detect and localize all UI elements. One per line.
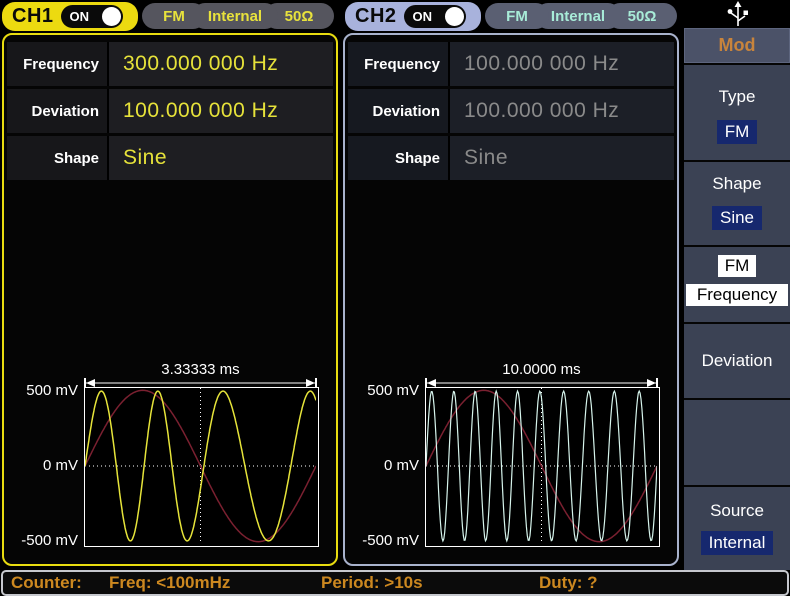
ch2-status-pills: FM Internal 50Ω	[485, 3, 677, 29]
ch2-y-zero-label: 0 mV	[345, 457, 419, 475]
shape-label: Shape	[712, 174, 761, 194]
ch2-panel: Frequency 100.000 000 Hz Deviation 100.0…	[343, 33, 679, 566]
type-label: Type	[719, 87, 756, 107]
softkey-menu: Mod Type FM Shape Sine FM Frequency Devi…	[684, 28, 790, 570]
table-row: Deviation 100.000 000 Hz	[7, 89, 333, 133]
ch2-on-toggle[interactable]: ON	[404, 5, 466, 28]
ch1-shape-value[interactable]: Sine	[109, 136, 333, 180]
source-value: Internal	[701, 531, 774, 555]
menu-title: Mod	[684, 28, 790, 63]
source-label: Source	[710, 501, 764, 521]
counter-duty: Duty: ?	[539, 572, 598, 594]
ch2-modulation-badge: FM	[485, 3, 549, 29]
ch2-toggle-label: ON	[413, 9, 433, 24]
ch2-label: CH2	[355, 5, 397, 28]
ch1-deviation-value[interactable]: 100.000 000 Hz	[109, 89, 333, 133]
ch2-tab[interactable]: CH2 ON	[345, 2, 481, 31]
ch1-panel: Frequency 300.000 000 Hz Deviation 100.0…	[2, 33, 338, 566]
ch1-on-toggle[interactable]: ON	[61, 5, 123, 28]
softkey-empty	[684, 398, 790, 485]
ch1-parameter-table: Frequency 300.000 000 Hz Deviation 100.0…	[7, 42, 333, 183]
softkey-fm-frequency[interactable]: FM Frequency	[684, 245, 790, 330]
ch1-status-pills: FM Internal 50Ω	[142, 3, 334, 29]
ch2-waveform-plot	[425, 387, 660, 547]
shape-value: Sine	[712, 206, 762, 230]
ch1-y-max-label: 500 mV	[4, 382, 78, 400]
ch1-waveform-plot	[84, 387, 319, 547]
ch2-frequency-value[interactable]: 100.000 000 Hz	[450, 42, 674, 86]
table-row: Shape Sine	[348, 136, 674, 180]
counter-status-bar: Counter: Freq: <100mHz Period: >10s Duty…	[1, 570, 789, 596]
counter-label: Counter:	[11, 572, 82, 594]
ch2-time-span-label: 10.0000 ms	[425, 361, 658, 378]
table-row: Shape Sine	[7, 136, 333, 180]
param-item: Frequency	[686, 284, 788, 306]
ch2-shape-label: Shape	[348, 136, 450, 180]
toggle-knob	[445, 7, 464, 26]
counter-period: Period: >10s	[321, 572, 423, 594]
ch1-modulation-badge: FM	[142, 3, 206, 29]
ch2-shape-value[interactable]: Sine	[450, 136, 674, 180]
ch1-deviation-label: Deviation	[7, 89, 109, 133]
ch1-time-span-label: 3.33333 ms	[84, 361, 317, 378]
ch2-frequency-label: Frequency	[348, 42, 450, 86]
ch1-frequency-value[interactable]: 300.000 000 Hz	[109, 42, 333, 86]
ch1-label: CH1	[12, 5, 54, 28]
generator-screen: CH1 ON FM Internal 50Ω CH2 ON FM Interna…	[0, 0, 790, 596]
ch2-y-min-label: -500 mV	[345, 532, 419, 550]
ch1-shape-label: Shape	[7, 136, 109, 180]
toggle-knob	[102, 7, 121, 26]
ch2-deviation-label: Deviation	[348, 89, 450, 133]
softkey-deviation[interactable]: Deviation	[684, 322, 790, 398]
ch1-y-zero-label: 0 mV	[4, 457, 78, 475]
counter-freq: Freq: <100mHz	[109, 572, 230, 594]
param-selected: FM	[718, 255, 757, 277]
softkey-shape[interactable]: Shape Sine	[684, 160, 790, 257]
table-row: Deviation 100.000 000 Hz	[348, 89, 674, 133]
usb-icon	[723, 1, 753, 27]
ch1-frequency-label: Frequency	[7, 42, 109, 86]
table-row: Frequency 100.000 000 Hz	[348, 42, 674, 86]
ch1-y-min-label: -500 mV	[4, 532, 78, 550]
ch2-parameter-table: Frequency 100.000 000 Hz Deviation 100.0…	[348, 42, 674, 183]
ch2-y-max-label: 500 mV	[345, 382, 419, 400]
deviation-label: Deviation	[702, 351, 773, 371]
ch1-tab[interactable]: CH1 ON	[2, 2, 138, 31]
ch2-deviation-value[interactable]: 100.000 000 Hz	[450, 89, 674, 133]
type-value: FM	[717, 120, 758, 144]
table-row: Frequency 300.000 000 Hz	[7, 42, 333, 86]
ch1-toggle-label: ON	[70, 9, 90, 24]
